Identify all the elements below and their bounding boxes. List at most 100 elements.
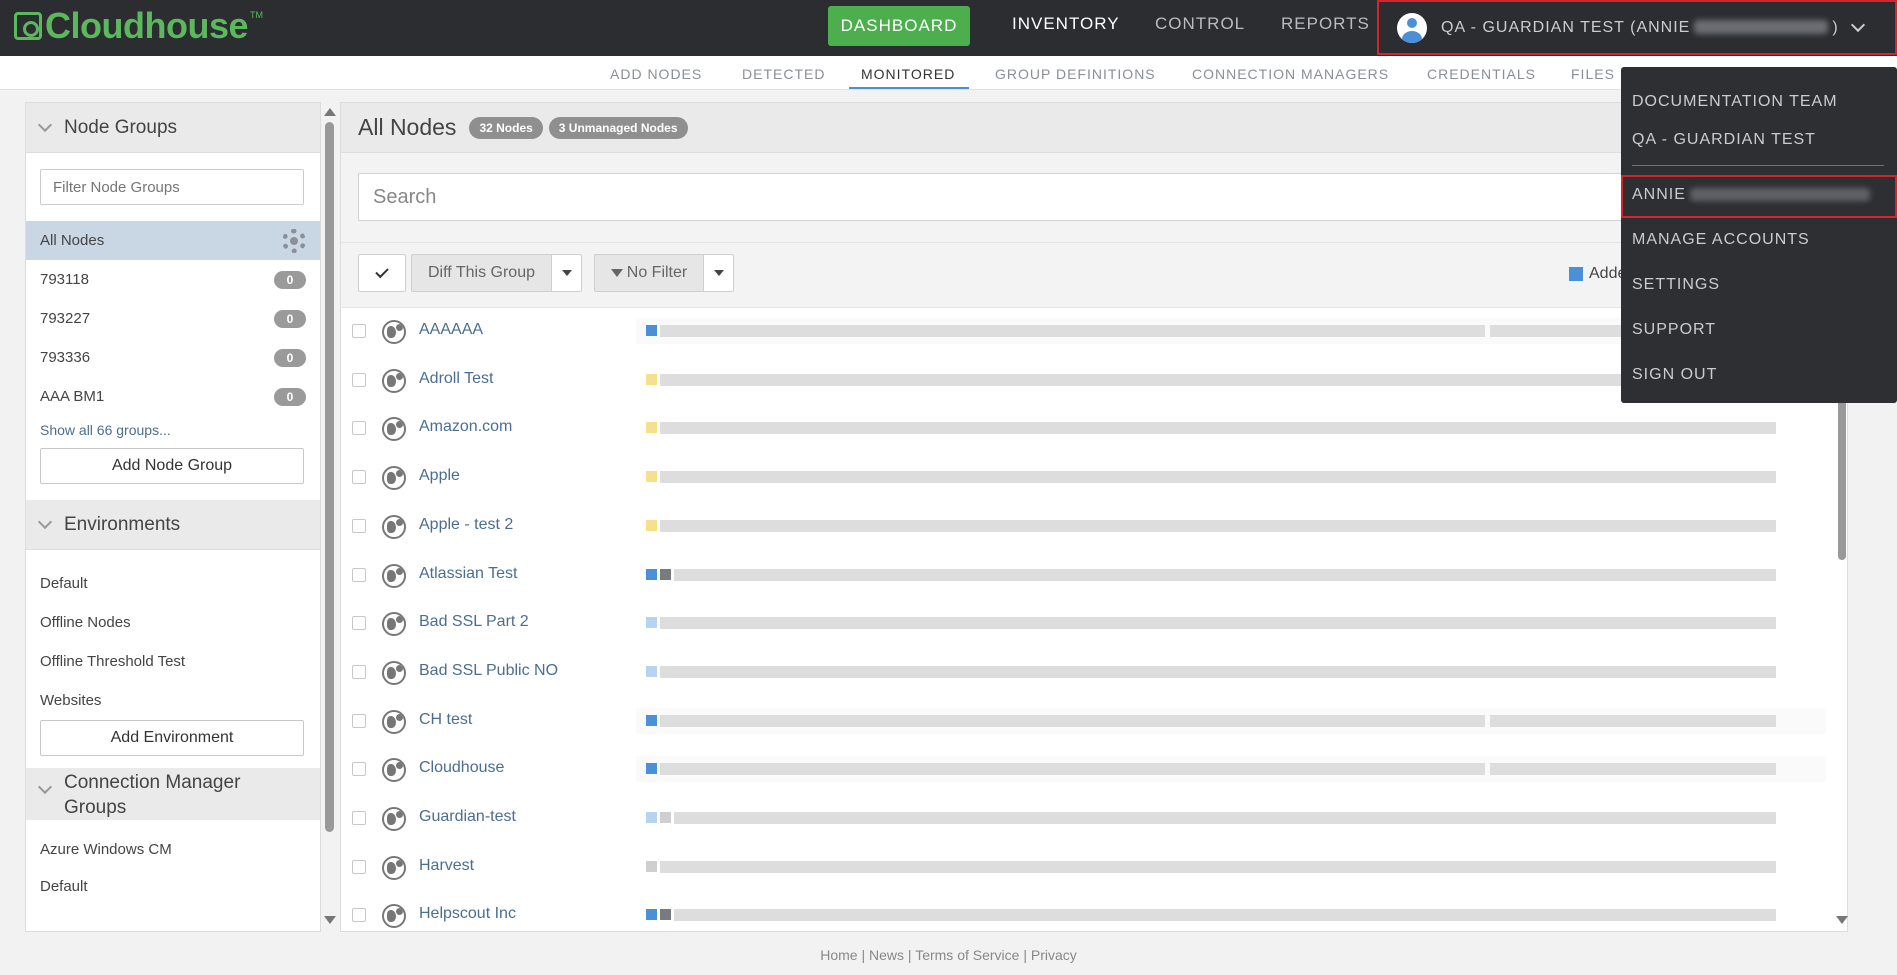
node-name-link[interactable]: Harvest bbox=[419, 857, 474, 875]
node-row[interactable]: CH test bbox=[341, 698, 1847, 746]
node-row[interactable]: Apple - test 2 bbox=[341, 503, 1847, 551]
diff-group-button[interactable]: Diff This Group bbox=[411, 254, 552, 292]
group-row[interactable]: 793118 0 bbox=[26, 260, 320, 299]
node-checkbox[interactable] bbox=[352, 811, 366, 825]
filter-options-button[interactable] bbox=[703, 254, 734, 292]
node-checkbox[interactable] bbox=[352, 470, 366, 485]
node-name-link[interactable]: Guardian-test bbox=[419, 808, 516, 826]
node-timeline-bar[interactable] bbox=[674, 568, 1776, 581]
node-name-link[interactable]: Apple - test 2 bbox=[419, 516, 513, 534]
node-checkbox[interactable] bbox=[352, 762, 366, 777]
tab-credentials[interactable]: CREDENTIALS bbox=[1427, 66, 1536, 82]
footer-home-link[interactable]: Home bbox=[820, 947, 857, 963]
tab-group-definitions[interactable]: GROUP DEFINITIONS bbox=[995, 66, 1156, 82]
environments-header[interactable]: Environments bbox=[26, 500, 320, 550]
sidebar-scrollbar[interactable] bbox=[322, 104, 336, 932]
footer-privacy-link[interactable]: Privacy bbox=[1031, 947, 1077, 963]
menu-item-personal-account[interactable]: ANNIE bbox=[1632, 186, 1870, 204]
footer-terms-link[interactable]: Terms of Service bbox=[915, 947, 1019, 963]
show-all-groups-link[interactable]: Show all 66 groups... bbox=[26, 416, 320, 448]
node-checkbox[interactable] bbox=[352, 859, 366, 874]
tab-connection-managers[interactable]: CONNECTION MANAGERS bbox=[1192, 66, 1389, 82]
filter-node-groups-input[interactable] bbox=[40, 169, 304, 205]
menu-item-settings[interactable]: SETTINGS bbox=[1632, 276, 1720, 294]
environment-item[interactable]: Default bbox=[26, 564, 320, 603]
node-row[interactable]: Atlassian Test bbox=[341, 552, 1847, 600]
node-checkbox[interactable] bbox=[352, 421, 366, 436]
node-row[interactable]: Bad SSL Part 2 bbox=[341, 600, 1847, 648]
add-node-group-button[interactable]: Add Node Group bbox=[40, 448, 304, 484]
node-checkbox[interactable] bbox=[352, 372, 366, 387]
node-checkbox[interactable] bbox=[352, 324, 366, 338]
tab-monitored[interactable]: MONITORED bbox=[861, 66, 955, 82]
node-name-link[interactable]: Amazon.com bbox=[419, 418, 512, 436]
node-row[interactable]: Cloudhouse bbox=[341, 746, 1847, 794]
node-checkbox[interactable] bbox=[352, 713, 366, 728]
node-name-link[interactable]: Bad SSL Part 2 bbox=[419, 613, 529, 631]
environment-item[interactable]: Offline Threshold Test bbox=[26, 642, 320, 681]
group-row[interactable]: 793336 0 bbox=[26, 338, 320, 377]
node-timeline-bar[interactable] bbox=[660, 471, 1776, 484]
cloudhouse-logo[interactable]: Cloudhouse TM bbox=[14, 5, 263, 46]
node-timeline-bar[interactable] bbox=[660, 325, 1776, 337]
filter-button[interactable]: No Filter bbox=[594, 254, 704, 292]
node-name-link[interactable]: Apple bbox=[419, 467, 460, 485]
menu-item-documentation-team[interactable]: DOCUMENTATION TEAM bbox=[1632, 93, 1838, 111]
main-scrollbar[interactable] bbox=[1836, 312, 1848, 932]
node-row[interactable]: Bad SSL Public NO bbox=[341, 649, 1847, 697]
node-row[interactable]: Amazon.com bbox=[341, 405, 1847, 453]
menu-item-qa-guardian-test[interactable]: QA - GUARDIAN TEST bbox=[1632, 131, 1816, 149]
node-name-link[interactable]: Bad SSL Public NO bbox=[419, 662, 558, 680]
node-row[interactable]: Helpscout Inc bbox=[341, 892, 1847, 931]
node-timeline-bar[interactable] bbox=[660, 519, 1776, 532]
node-checkbox[interactable] bbox=[352, 908, 366, 923]
node-timeline-bar[interactable] bbox=[660, 617, 1776, 630]
node-timeline-bar[interactable] bbox=[660, 422, 1776, 435]
footer-news-link[interactable]: News bbox=[869, 947, 904, 963]
scroll-down-icon[interactable] bbox=[324, 916, 336, 924]
node-timeline-bar[interactable] bbox=[660, 763, 1776, 776]
account-switcher[interactable]: QA - GUARDIAN TEST (ANNIE) bbox=[1377, 0, 1897, 55]
node-row[interactable]: Guardian-test bbox=[341, 795, 1847, 843]
scroll-down-icon[interactable] bbox=[1836, 916, 1848, 924]
nav-reports[interactable]: REPORTS bbox=[1281, 14, 1370, 34]
dashboard-button[interactable]: DASHBOARD bbox=[828, 6, 970, 46]
nav-control[interactable]: CONTROL bbox=[1155, 14, 1245, 34]
cm-group-item[interactable]: Azure Windows CM bbox=[26, 830, 320, 868]
scroll-up-icon[interactable] bbox=[324, 108, 336, 116]
node-timeline-bar[interactable] bbox=[660, 714, 1776, 727]
scroll-thumb[interactable] bbox=[325, 122, 334, 832]
node-name-link[interactable]: Adroll Test bbox=[419, 370, 493, 388]
menu-item-support[interactable]: SUPPORT bbox=[1632, 321, 1716, 339]
node-checkbox[interactable] bbox=[352, 518, 366, 533]
node-timeline-bar[interactable] bbox=[674, 812, 1776, 824]
menu-item-sign-out[interactable]: SIGN OUT bbox=[1632, 366, 1717, 384]
node-name-link[interactable]: AAAAAA bbox=[419, 321, 483, 339]
add-environment-button[interactable]: Add Environment bbox=[40, 720, 304, 756]
select-all-button[interactable] bbox=[358, 254, 406, 292]
group-all-nodes[interactable]: All Nodes bbox=[26, 221, 320, 260]
node-row[interactable]: Harvest bbox=[341, 844, 1847, 892]
tab-files[interactable]: FILES bbox=[1571, 66, 1615, 82]
tab-add-nodes[interactable]: ADD NODES bbox=[610, 66, 702, 82]
cm-group-item[interactable]: Default bbox=[26, 868, 320, 904]
node-name-link[interactable]: CH test bbox=[419, 711, 472, 729]
node-row[interactable]: Apple bbox=[341, 454, 1847, 502]
node-checkbox[interactable] bbox=[352, 567, 366, 582]
node-timeline-bar[interactable] bbox=[674, 909, 1776, 922]
cm-groups-header[interactable]: Connection Manager Groups bbox=[26, 768, 320, 820]
group-row[interactable]: 793227 0 bbox=[26, 299, 320, 338]
node-checkbox[interactable] bbox=[352, 616, 366, 631]
nav-inventory[interactable]: INVENTORY bbox=[1012, 14, 1120, 34]
tab-detected[interactable]: DETECTED bbox=[742, 66, 825, 82]
gear-icon[interactable] bbox=[282, 229, 306, 253]
node-timeline-bar[interactable] bbox=[660, 665, 1776, 678]
node-timeline-bar[interactable] bbox=[660, 373, 1776, 386]
node-checkbox[interactable] bbox=[352, 664, 366, 679]
node-name-link[interactable]: Atlassian Test bbox=[419, 565, 517, 583]
node-timeline-bar[interactable] bbox=[660, 860, 1776, 873]
environment-item[interactable]: Offline Nodes bbox=[26, 603, 320, 642]
node-name-link[interactable]: Cloudhouse bbox=[419, 759, 504, 777]
node-groups-header[interactable]: Node Groups bbox=[26, 103, 320, 153]
menu-item-manage-accounts[interactable]: MANAGE ACCOUNTS bbox=[1632, 231, 1810, 249]
